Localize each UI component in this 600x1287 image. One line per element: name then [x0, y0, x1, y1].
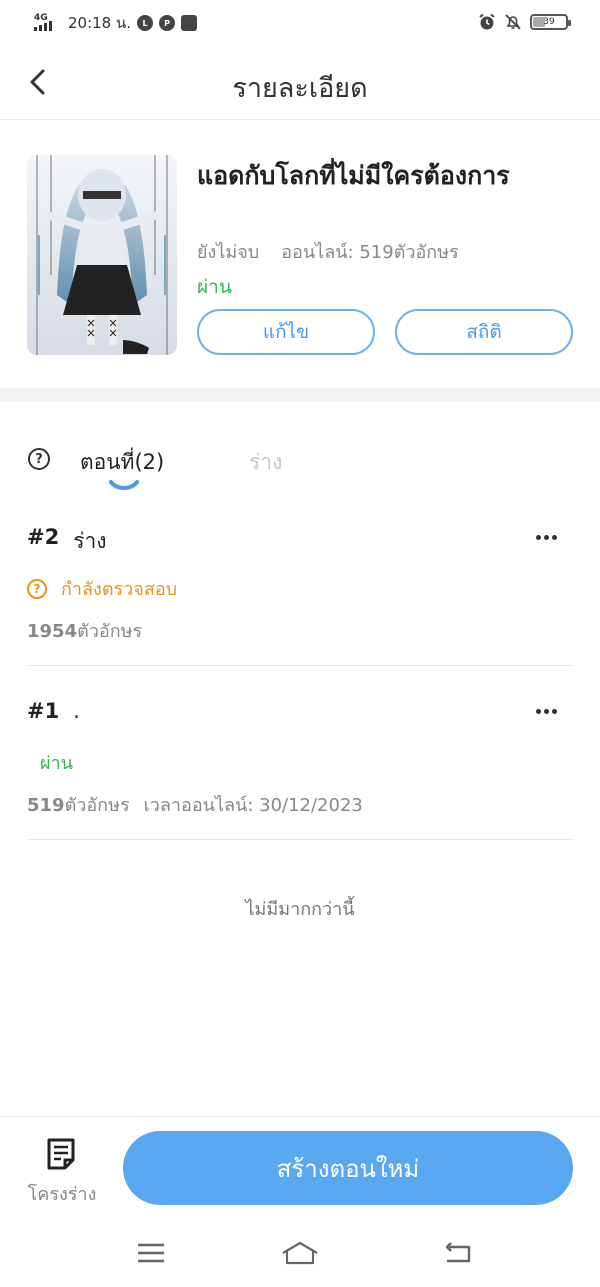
mail-icon [181, 15, 198, 31]
status-bar: 4G 20:18 น. L P 39 [0, 0, 600, 46]
pinterest-icon: P [159, 15, 176, 31]
header: รายละเอียด [0, 46, 600, 120]
home-icon [282, 1241, 318, 1265]
more-options-button[interactable] [532, 701, 560, 721]
question-circle-icon: ? [27, 578, 47, 599]
list-end-message: ไม่มีมากกว่านี้ [245, 899, 355, 920]
book-progress-status: ยังไม่จบ [197, 242, 260, 263]
chapter-tabs: ? ตอนที่(2) ร่าง [0, 430, 600, 494]
book-review-status: ผ่าน [197, 276, 232, 298]
chapter-name: ร่าง [73, 529, 107, 553]
chapter-title: #1 . [27, 699, 80, 723]
menu-nav-button[interactable] [131, 1238, 171, 1268]
alarm-icon [479, 13, 495, 30]
list-item[interactable]: #2 ร่าง ? กำลังตรวจสอบ 1954ตัวอักษร [27, 525, 574, 666]
edit-button[interactable]: แก้ไข [197, 309, 375, 355]
stats-button[interactable]: สถิติ [395, 309, 573, 355]
active-tab-indicator [109, 480, 139, 490]
menu-icon [138, 1243, 164, 1263]
chapter-review-status: ? กำลังตรวจสอบ [27, 574, 177, 603]
back-nav-button[interactable] [437, 1238, 477, 1268]
create-new-chapter-button[interactable]: สร้างตอนใหม่ [123, 1131, 573, 1205]
chapter-char-count: 519ตัวอักษร [27, 795, 130, 816]
divider [27, 665, 574, 666]
chapter-review-status: ผ่าน [40, 753, 73, 774]
book-info: แอดกับโลกที่ไม่มีใครต้องการ ยังไม่จบ ออน… [0, 120, 600, 388]
chapter-meta: 1954ตัวอักษร [27, 616, 142, 645]
system-nav-bar [0, 1226, 600, 1287]
signal-icon: 4G [34, 14, 62, 32]
bottom-action-bar: โครงร่าง สร้างตอนใหม่ [0, 1116, 600, 1226]
drafts-label: โครงร่าง [27, 1184, 97, 1205]
book-meta: ยังไม่จบ ออนไลน์: 519ตัวอักษร [197, 237, 459, 266]
back-arrow-icon [445, 1242, 471, 1263]
document-icon [47, 1138, 75, 1170]
list-item[interactable]: #1 . ผ่าน 519ตัวอักษร เวลาออนไลน์: 30/12… [27, 699, 574, 840]
line-icon: L [137, 15, 154, 31]
chapter-meta: 519ตัวอักษร เวลาออนไลน์: 30/12/2023 [27, 790, 363, 819]
chapter-number: #1 [27, 699, 60, 723]
chapter-char-count: 1954ตัวอักษร [27, 621, 143, 642]
book-online-chars: ออนไลน์: 519ตัวอักษร [281, 242, 459, 263]
divider [27, 839, 574, 840]
section-divider [0, 388, 600, 402]
tab-draft[interactable]: ร่าง [249, 446, 282, 479]
chapter-published-time: เวลาออนไลน์: 30/12/2023 [143, 795, 363, 816]
chapter-name: . [73, 699, 80, 723]
chapter-number: #2 [27, 525, 60, 549]
more-options-button[interactable] [532, 527, 560, 547]
mute-bell-icon [505, 14, 521, 30]
chapter-title: #2 ร่าง [27, 525, 107, 558]
page-title: รายละเอียด [232, 73, 368, 104]
status-left: 4G 20:18 น. L P [34, 13, 198, 33]
status-right: 39 [478, 13, 571, 31]
help-icon[interactable]: ? [28, 448, 50, 470]
book-title: แอดกับโลกที่ไม่มีใครต้องการ [197, 161, 510, 190]
tab-episodes[interactable]: ตอนที่(2) [80, 446, 164, 479]
book-cover-image[interactable] [27, 155, 177, 355]
drafts-button[interactable]: โครงร่าง [20, 1135, 104, 1205]
home-nav-button[interactable] [280, 1238, 320, 1268]
battery-icon: 39 [530, 14, 571, 30]
clock: 20:18 น. [68, 14, 132, 32]
